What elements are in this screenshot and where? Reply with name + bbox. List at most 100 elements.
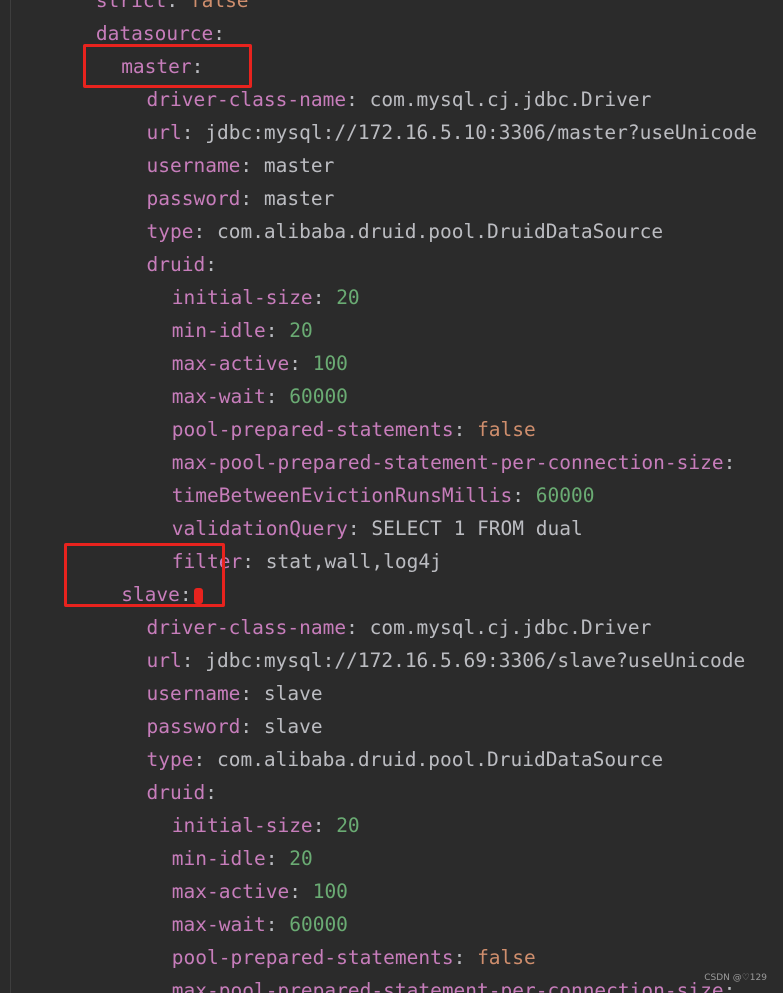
code-line[interactable]: url: jdbc:mysql://172.16.5.10:3306/maste… <box>147 116 758 149</box>
code-line[interactable]: druid: <box>147 248 217 281</box>
yaml-value: 20 <box>289 847 313 870</box>
yaml-key: url <box>146 649 182 672</box>
yaml-key: strict <box>95 0 167 12</box>
yaml-key: initial-size <box>171 814 313 837</box>
yaml-value: 100 <box>312 880 348 903</box>
yaml-editor[interactable]: strict: false datasource: master: driver-cl… <box>0 0 783 993</box>
code-line[interactable]: username: master <box>147 149 335 182</box>
yaml-key: password <box>146 187 241 210</box>
colon: : <box>723 451 736 474</box>
yaml-key: username <box>146 682 241 705</box>
colon: : <box>312 286 325 309</box>
slave-highlight-box <box>64 543 225 607</box>
yaml-value: 20 <box>336 286 360 309</box>
yaml-key: pool-prepared-statements <box>171 418 454 441</box>
yaml-key: driver-class-name <box>146 616 347 639</box>
colon: : <box>213 22 226 45</box>
code-line[interactable]: min-idle: 20 <box>172 842 313 875</box>
code-line[interactable]: max-wait: 60000 <box>172 908 348 941</box>
yaml-key: password <box>146 715 241 738</box>
yaml-key: max-wait <box>171 385 266 408</box>
yaml-key: max-pool-prepared-statement-per-connecti… <box>171 979 724 993</box>
colon: : <box>193 220 206 243</box>
code-line[interactable]: max-pool-prepared-statement-per-connecti… <box>172 446 736 479</box>
yaml-value: SELECT 1 FROM dual <box>371 517 583 540</box>
yaml-key: druid <box>146 253 206 276</box>
colon: : <box>312 814 325 837</box>
colon: : <box>346 616 358 639</box>
colon: : <box>240 154 253 177</box>
yaml-value: com.alibaba.druid.pool.DruidDataSource <box>216 220 664 243</box>
colon: : <box>181 121 194 144</box>
yaml-value: com.alibaba.druid.pool.DruidDataSource <box>216 748 664 771</box>
yaml-key: pool-prepared-statements <box>171 946 454 969</box>
yaml-value: 60000 <box>535 484 595 507</box>
yaml-value: master <box>263 154 335 177</box>
yaml-value: slave <box>263 715 323 738</box>
yaml-key: max-pool-prepared-statement-per-connecti… <box>171 451 724 474</box>
colon: : <box>289 352 301 375</box>
yaml-key: druid <box>146 781 206 804</box>
yaml-key: driver-class-name <box>146 88 347 111</box>
colon: : <box>166 0 179 12</box>
yaml-value: false <box>477 418 536 441</box>
colon: : <box>205 781 217 804</box>
watermark: CSDN @♡129 <box>704 973 767 983</box>
code-line[interactable]: url: jdbc:mysql://172.16.5.69:3306/slave… <box>147 644 746 677</box>
code-line[interactable]: type: com.alibaba.druid.pool.DruidDataSo… <box>147 215 664 248</box>
code-line[interactable]: password: slave <box>147 710 323 743</box>
yaml-value: jdbc:mysql://172.16.5.10:3306/master?use… <box>205 121 758 144</box>
colon: : <box>240 715 253 738</box>
colon: : <box>205 253 217 276</box>
code-line[interactable]: max-active: 100 <box>172 347 348 380</box>
yaml-key: max-wait <box>171 913 266 936</box>
yaml-key: min-idle <box>171 847 266 870</box>
yaml-value: false <box>189 0 249 12</box>
colon: : <box>265 847 278 870</box>
colon: : <box>347 517 360 540</box>
code-line[interactable]: initial-size: 20 <box>172 281 360 314</box>
yaml-key: max-active <box>171 352 290 375</box>
yaml-key: url <box>146 121 182 144</box>
code-line[interactable]: pool-prepared-statements: false <box>172 413 536 446</box>
colon: : <box>265 385 278 408</box>
code-line[interactable]: driver-class-name: com.mysql.cj.jdbc.Dri… <box>147 611 652 644</box>
code-line[interactable]: max-active: 100 <box>172 875 348 908</box>
colon: : <box>240 682 253 705</box>
yaml-key: timeBetweenEvictionRunsMillis <box>171 484 513 507</box>
colon: : <box>453 946 466 969</box>
colon: : <box>512 484 525 507</box>
code-line[interactable]: password: master <box>147 182 335 215</box>
yaml-value: master <box>263 187 335 210</box>
code-line[interactable]: druid: <box>147 776 217 809</box>
yaml-key: type <box>146 748 194 771</box>
code-line[interactable]: min-idle: 20 <box>172 314 313 347</box>
colon: : <box>181 649 194 672</box>
yaml-value: com.mysql.cj.jdbc.Driver <box>369 88 652 111</box>
yaml-key: username <box>146 154 241 177</box>
code-line[interactable]: username: slave <box>147 677 323 710</box>
yaml-key: max-active <box>171 880 290 903</box>
code-line[interactable]: initial-size: 20 <box>172 809 360 842</box>
yaml-key: type <box>146 220 194 243</box>
yaml-value: com.mysql.cj.jdbc.Driver <box>369 616 652 639</box>
yaml-value: 60000 <box>289 385 348 408</box>
colon: : <box>240 187 253 210</box>
yaml-value: 100 <box>312 352 348 375</box>
code-line[interactable]: pool-prepared-statements: false <box>172 941 536 974</box>
yaml-value: 60000 <box>289 913 348 936</box>
yaml-value: slave <box>263 682 323 705</box>
colon: : <box>265 913 278 936</box>
colon: : <box>346 88 358 111</box>
code-line[interactable]: type: com.alibaba.druid.pool.DruidDataSo… <box>147 743 664 776</box>
colon: : <box>193 748 206 771</box>
colon: : <box>242 550 254 573</box>
code-line[interactable]: timeBetweenEvictionRunsMillis: 60000 <box>172 479 595 512</box>
code-line[interactable]: strict: false <box>96 0 249 17</box>
yaml-value: false <box>477 946 536 969</box>
yaml-value: jdbc:mysql://172.16.5.69:3306/slave?useU… <box>205 649 746 672</box>
code-line[interactable]: max-pool-prepared-statement-per-connecti… <box>172 974 736 993</box>
code-line[interactable]: max-wait: 60000 <box>172 380 348 413</box>
yaml-value: 20 <box>289 319 313 342</box>
code-line[interactable]: validationQuery: SELECT 1 FROM dual <box>172 512 583 545</box>
